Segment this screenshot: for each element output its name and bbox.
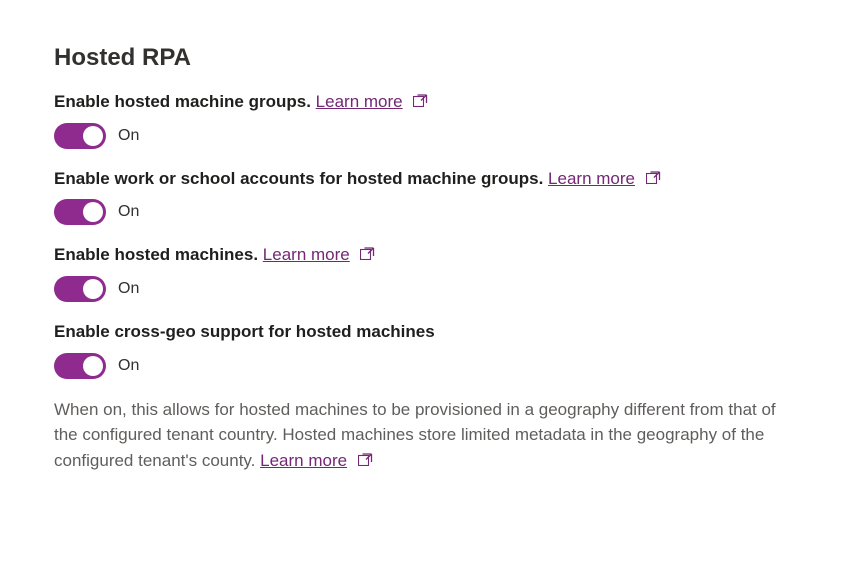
toggle-hosted-machine-groups[interactable] xyxy=(54,123,106,149)
setting-label: Enable hosted machine groups. xyxy=(54,92,311,111)
external-link-icon xyxy=(358,448,373,474)
setting-work-school-accounts: Enable work or school accounts for hoste… xyxy=(54,167,796,226)
toggle-hosted-machines[interactable] xyxy=(54,276,106,302)
learn-more-link[interactable]: Learn more xyxy=(263,245,350,264)
cross-geo-description: When on, this allows for hosted machines… xyxy=(54,397,796,474)
external-link-icon xyxy=(413,90,428,115)
setting-label: Enable work or school accounts for hoste… xyxy=(54,169,543,188)
toggle-row: On xyxy=(54,353,796,379)
setting-label: Enable cross-geo support for hosted mach… xyxy=(54,322,435,341)
section-title: Hosted RPA xyxy=(54,44,796,72)
learn-more-link[interactable]: Learn more xyxy=(260,451,347,470)
setting-hosted-machine-groups: Enable hosted machine groups. Learn more… xyxy=(54,90,796,149)
toggle-state-label: On xyxy=(118,203,139,221)
toggle-state-label: On xyxy=(118,357,139,375)
toggle-work-school-accounts[interactable] xyxy=(54,199,106,225)
toggle-knob xyxy=(83,126,103,146)
toggle-knob xyxy=(83,202,103,222)
setting-label-row: Enable cross-geo support for hosted mach… xyxy=(54,320,796,345)
toggle-row: On xyxy=(54,276,796,302)
external-link-icon xyxy=(646,167,661,192)
setting-label: Enable hosted machines. xyxy=(54,245,258,264)
learn-more-link[interactable]: Learn more xyxy=(548,169,635,188)
setting-label-row: Enable hosted machine groups. Learn more xyxy=(54,90,796,115)
toggle-knob xyxy=(83,356,103,376)
toggle-row: On xyxy=(54,199,796,225)
toggle-state-label: On xyxy=(118,127,139,145)
toggle-knob xyxy=(83,279,103,299)
toggle-state-label: On xyxy=(118,280,139,298)
external-link-icon xyxy=(360,243,375,268)
toggle-cross-geo[interactable] xyxy=(54,353,106,379)
learn-more-link[interactable]: Learn more xyxy=(316,92,403,111)
setting-cross-geo: Enable cross-geo support for hosted mach… xyxy=(54,320,796,379)
toggle-row: On xyxy=(54,123,796,149)
setting-label-row: Enable hosted machines. Learn more xyxy=(54,243,796,268)
setting-hosted-machines: Enable hosted machines. Learn more On xyxy=(54,243,796,302)
description-text: When on, this allows for hosted machines… xyxy=(54,400,776,470)
setting-label-row: Enable work or school accounts for hoste… xyxy=(54,167,796,192)
